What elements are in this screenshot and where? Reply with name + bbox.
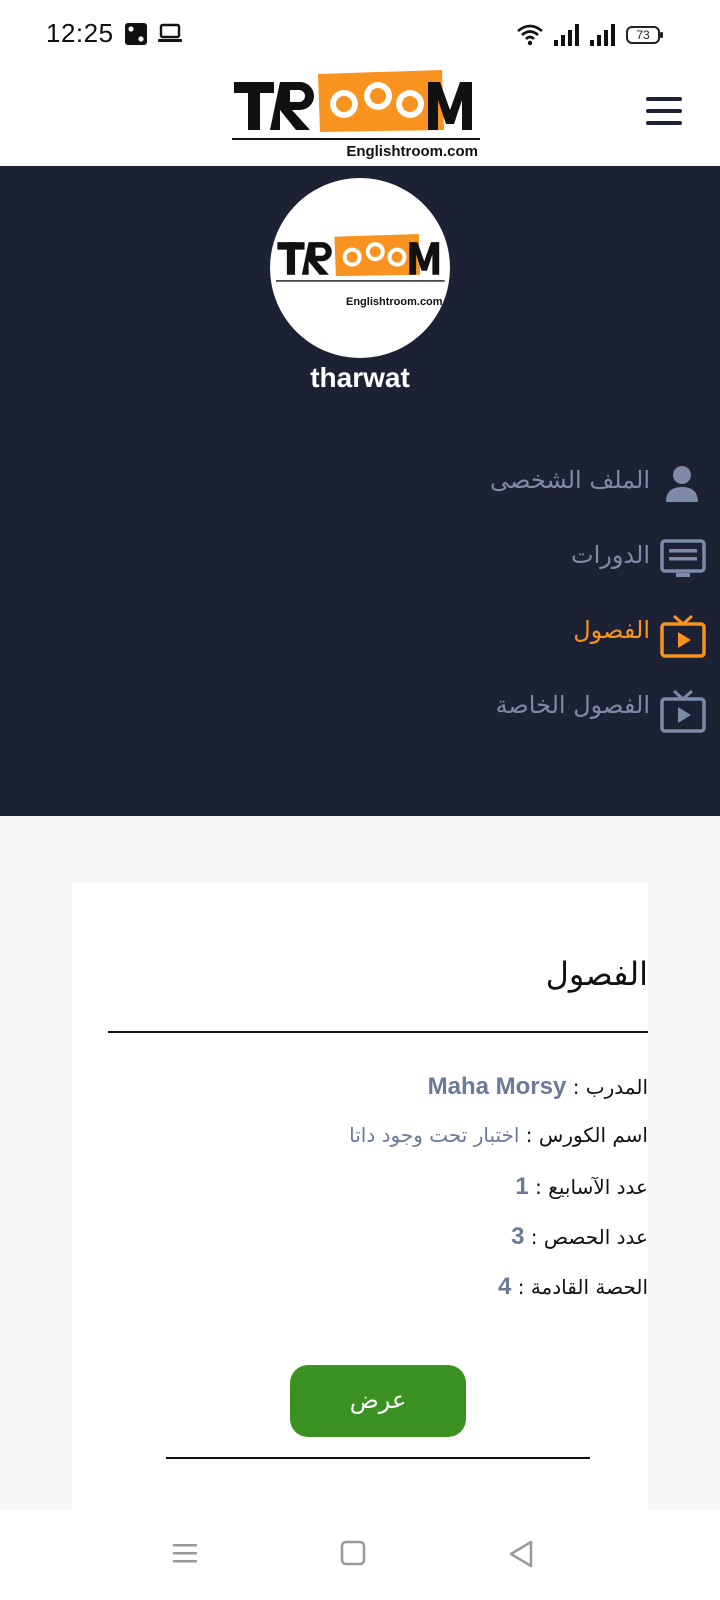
nav-item-label: الفصول الخاصة: [495, 691, 650, 719]
course-name-row: اسم الكورس : اختبار تحت وجود داتا: [349, 1123, 648, 1159]
nav-item-label: الدورات: [570, 541, 650, 569]
app-header: Englishtroom.com: [0, 70, 720, 166]
trainer-value: Maha Morsy: [427, 1073, 567, 1100]
class-card: الفصول المدرب : Maha Morsy اسم الكورس : …: [72, 883, 648, 1510]
next-session-value: 4: [498, 1273, 512, 1300]
card-title: الفصول: [545, 955, 648, 993]
person-icon: [666, 466, 698, 502]
trainer-row: المدرب : Maha Morsy: [428, 1073, 648, 1109]
signal-icon: [590, 24, 615, 46]
hamburger-menu-icon[interactable]: [646, 97, 682, 125]
nav-item-private-classes[interactable]: الفصول الخاصة: [0, 683, 720, 739]
weeks-count-label: عدد الآسابيع :: [528, 1175, 648, 1199]
title-divider: [108, 1031, 648, 1033]
wifi-icon: [517, 24, 543, 46]
tv-play-icon: [660, 689, 706, 733]
nav-item-classes[interactable]: الفصول: [0, 608, 720, 664]
nav-item-profile[interactable]: الملف الشخصى: [0, 458, 720, 514]
status-bar: 12:25 73: [0, 0, 720, 70]
laptop-icon: [158, 23, 182, 42]
course-name-label: اسم الكورس :: [519, 1123, 648, 1147]
troom-logo[interactable]: Englishtroom.com: [232, 70, 480, 162]
nav-item-courses[interactable]: الدورات: [0, 533, 720, 589]
trainer-label: المدرب :: [566, 1075, 648, 1099]
profile-panel: Englishtroom.com tharwat الملف الشخصى ال…: [0, 166, 720, 816]
next-session-label: الحصة القادمة :: [511, 1275, 648, 1299]
nav-item-label: الفصول: [573, 616, 650, 644]
logo-domain-text: Englishtroom.com: [346, 143, 478, 160]
tv-play-icon: [660, 614, 706, 658]
card-bottom-divider: [166, 1457, 590, 1459]
back-icon[interactable]: [508, 1540, 534, 1568]
course-name-value: اختبار تحت وجود داتا: [349, 1123, 520, 1147]
next-session-row: الحصة القادمة : 4: [498, 1273, 648, 1309]
recent-apps-icon[interactable]: [172, 1540, 198, 1566]
sessions-count-row: عدد الحصص : 3: [511, 1223, 648, 1259]
dice-icon: [125, 23, 147, 45]
system-nav-bar: [0, 1510, 720, 1600]
sessions-count-label: عدد الحصص :: [524, 1225, 648, 1249]
view-button[interactable]: عرض: [290, 1365, 466, 1437]
sessions-count-value: 3: [511, 1223, 525, 1250]
status-time: 12:25: [46, 18, 114, 48]
avatar: Englishtroom.com: [270, 178, 450, 358]
signal-icon: [554, 24, 579, 46]
avatar-logo: [276, 234, 445, 282]
battery-icon: 73: [626, 26, 663, 44]
nav-item-label: الملف الشخصى: [490, 466, 650, 494]
weeks-count-row: عدد الآسابيع : 1: [515, 1173, 648, 1209]
avatar-logo-domain: Englishtroom.com: [346, 296, 443, 308]
weeks-count-value: 1: [515, 1173, 529, 1200]
home-icon[interactable]: [340, 1540, 366, 1566]
logo-mark: [232, 70, 480, 140]
username: tharwat: [310, 362, 410, 393]
monitor-icon: [660, 539, 706, 577]
